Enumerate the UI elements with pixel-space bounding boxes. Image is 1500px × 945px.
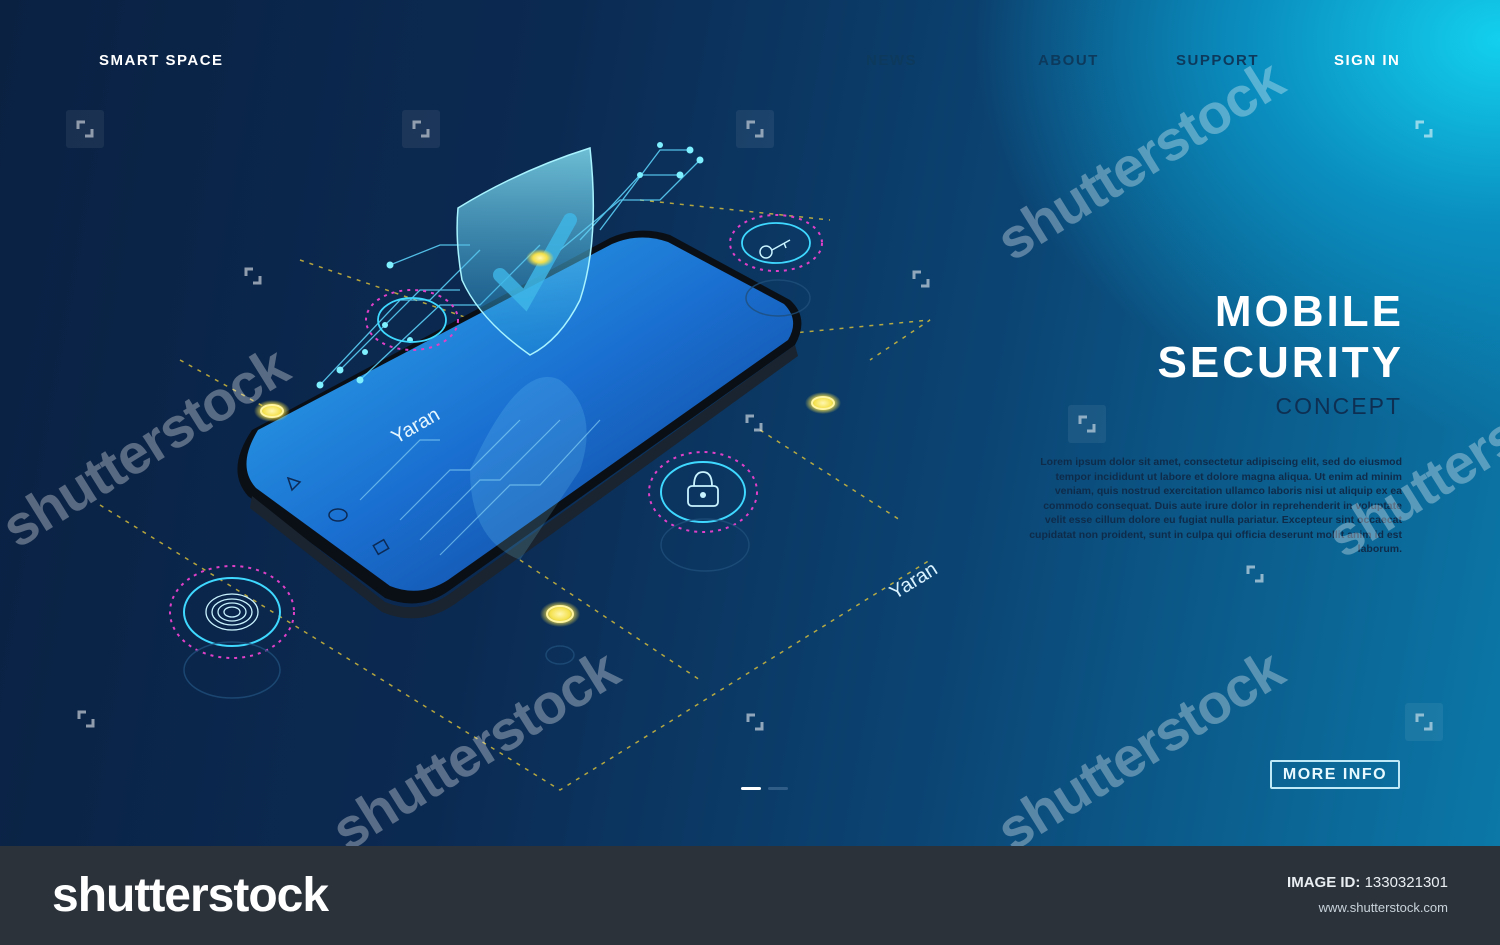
shutterstock-logo-icon: [1068, 405, 1106, 443]
nav-sign-in[interactable]: SIGN IN: [1334, 52, 1400, 69]
image-id-value: 1330321301: [1364, 874, 1448, 891]
slide-indicator-active[interactable]: [741, 787, 761, 790]
shutterstock-logo-icon: [745, 414, 763, 432]
shutterstock-logo-icon: [1415, 120, 1433, 138]
hero-subtitle: CONCEPT: [1275, 393, 1402, 419]
shutterstock-logo-icon: [746, 713, 764, 731]
brand-logo[interactable]: SMART SPACE: [99, 52, 224, 69]
padlock-icon: [648, 451, 758, 533]
watermark-text: shutterstock: [985, 47, 1294, 273]
watermark-text: shutterstock: [985, 637, 1294, 846]
key-icon: [729, 214, 823, 272]
footer-bar: shutterstock IMAGE ID: 1330321301 www.sh…: [0, 846, 1500, 945]
shutterstock-logo-icon: [1246, 565, 1264, 583]
nav-news[interactable]: NEWS: [866, 52, 917, 69]
shutterstock-logo-icon: [736, 110, 774, 148]
shutterstock-logo-icon: [402, 110, 440, 148]
shutterstock-logo-icon: [1405, 703, 1443, 741]
shutterstock-logo-icon: [66, 110, 104, 148]
image-id-label: IMAGE ID:: [1287, 874, 1361, 891]
fingerprint-icon: [169, 565, 295, 659]
hero-title-line2: SECURITY: [1157, 338, 1404, 387]
image-id: IMAGE ID: 1330321301: [1287, 874, 1448, 891]
more-info-button[interactable]: MORE INFO: [1270, 760, 1400, 789]
hero-title-line1: MOBILE: [1214, 287, 1404, 336]
shutterstock-logo-icon: [77, 710, 95, 728]
slide-indicator[interactable]: [768, 787, 788, 790]
nav-about[interactable]: ABOUT: [1038, 52, 1099, 69]
footer-logo[interactable]: shutterstock: [52, 868, 329, 923]
hero-section: SMART SPACE NEWS ABOUT SUPPORT SIGN IN M…: [0, 0, 1500, 846]
shutterstock-logo-icon: [244, 267, 262, 285]
shutterstock-logo-icon: [912, 270, 930, 288]
footer-url[interactable]: www.shutterstock.com: [1319, 900, 1448, 915]
